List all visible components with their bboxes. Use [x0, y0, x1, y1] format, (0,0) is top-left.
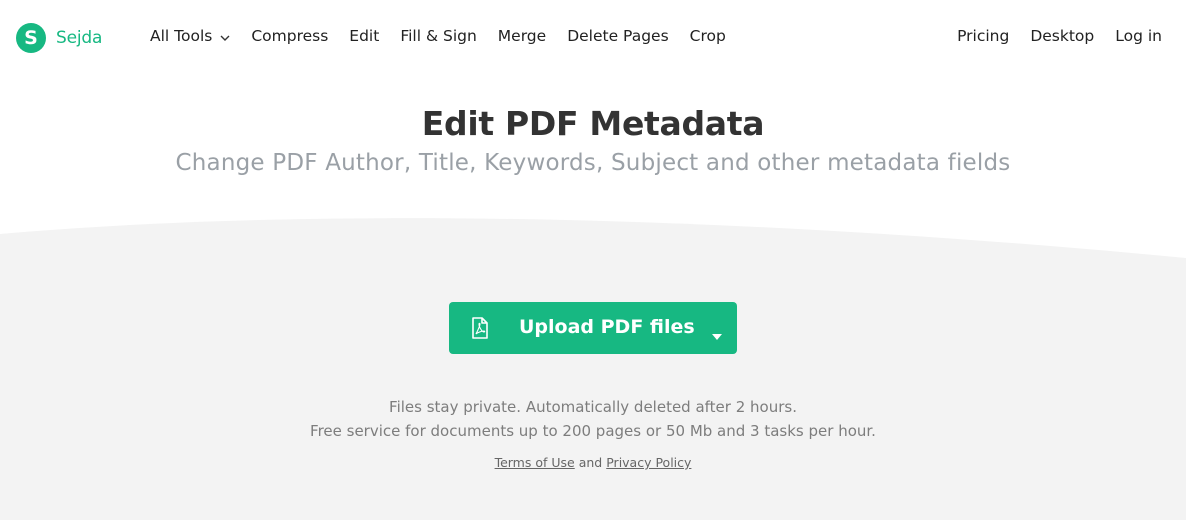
chevron-down-icon [220, 35, 230, 41]
nav-left-menu: All Tools Compress Edit Fill & Sign Merg… [150, 27, 747, 45]
logo-mark-icon: S [16, 23, 46, 53]
nav-merge[interactable]: Merge [498, 27, 546, 45]
sejda-logo[interactable]: S Sejda [16, 23, 102, 53]
nav-delete-pages[interactable]: Delete Pages [567, 27, 668, 45]
usage-limits-note: Free service for documents up to 200 pag… [310, 422, 876, 440]
logo-text: Sejda [56, 28, 103, 48]
page-title: Edit PDF Metadata [421, 104, 765, 143]
nav-pricing[interactable]: Pricing [957, 27, 1009, 45]
nav-right-menu: Pricing Desktop Log in [936, 27, 1162, 45]
nav-edit[interactable]: Edit [349, 27, 379, 45]
terms-of-use-link[interactable]: Terms of Use [495, 455, 575, 470]
nav-desktop[interactable]: Desktop [1030, 27, 1094, 45]
privacy-note: Files stay private. Automatically delete… [389, 398, 797, 416]
upload-panel-background [0, 218, 1186, 520]
nav-all-tools[interactable]: All Tools [150, 27, 230, 45]
nav-all-tools-label: All Tools [150, 27, 213, 45]
upload-pdf-button[interactable]: Upload PDF files [449, 302, 737, 354]
top-navbar: S Sejda All Tools Compress Edit Fill & S… [0, 0, 1186, 76]
legal-links: Terms of Use and Privacy Policy [0, 455, 1186, 470]
privacy-policy-link[interactable]: Privacy Policy [606, 455, 691, 470]
nav-login[interactable]: Log in [1115, 27, 1162, 45]
caret-down-icon[interactable] [712, 325, 722, 340]
legal-and-text: and [578, 455, 603, 470]
pdf-file-icon [471, 317, 489, 339]
nav-compress[interactable]: Compress [251, 27, 328, 45]
nav-crop[interactable]: Crop [690, 27, 726, 45]
upload-button-label: Upload PDF files [519, 316, 695, 338]
page-subtitle: Change PDF Author, Title, Keywords, Subj… [175, 150, 1011, 176]
nav-fill-sign[interactable]: Fill & Sign [400, 27, 476, 45]
